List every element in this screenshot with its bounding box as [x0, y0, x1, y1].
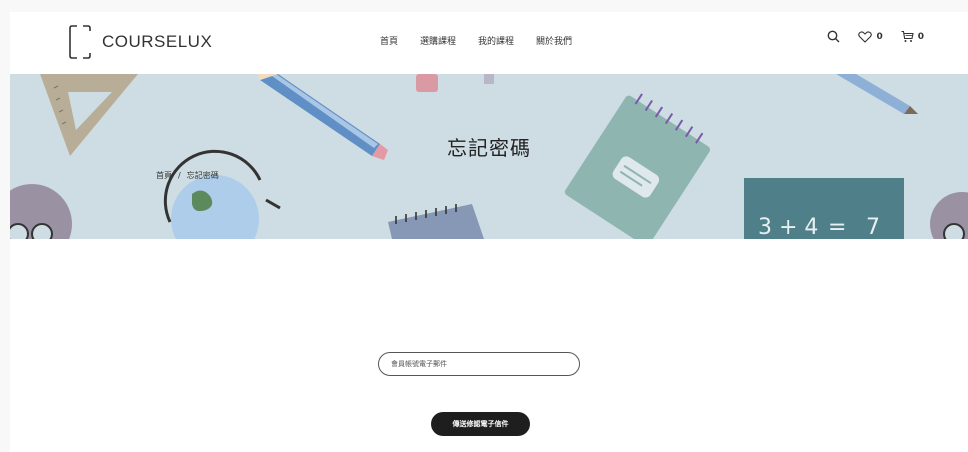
globe-icon [163, 149, 281, 239]
site-header: COURSELUX 首頁 選購課程 我的課程 關於我們 0 0 [10, 12, 968, 74]
page: COURSELUX 首頁 選購課程 我的課程 關於我們 0 0 3 + 4 = … [10, 12, 968, 452]
nav-item-home[interactable]: 首頁 [380, 34, 398, 47]
equation-left: 3 + 4 [758, 215, 818, 239]
main-nav: 首頁 選購課程 我的課程 關於我們 [380, 34, 594, 47]
logo-text: COURSELUX [102, 32, 213, 51]
breadcrumb-home-link[interactable]: 首頁 [156, 170, 172, 181]
nav-item-my-courses[interactable]: 我的課程 [478, 34, 514, 47]
character-right-icon [930, 192, 968, 239]
equation-right: 7 [866, 215, 880, 239]
chalkboard-icon: 3 + 4 = 7 [744, 178, 904, 239]
email-input[interactable] [378, 352, 580, 376]
eraser-icon [416, 74, 438, 92]
green-notebook-icon [564, 93, 710, 239]
cart-count: 0 [917, 31, 924, 42]
page-title: 忘記密碼 [447, 136, 531, 160]
logo-bracket-icon [68, 23, 92, 61]
character-left-icon [10, 184, 72, 239]
heart-icon [858, 30, 873, 43]
pencil-right-icon [836, 74, 918, 114]
nav-item-about-us[interactable]: 關於我們 [536, 34, 572, 47]
breadcrumb-current: 忘記密碼 [186, 171, 219, 180]
wishlist-button[interactable]: 0 [858, 30, 883, 43]
logo[interactable]: COURSELUX [68, 22, 212, 62]
cart-button[interactable]: 0 [901, 30, 924, 43]
breadcrumb-separator: / [178, 171, 181, 180]
header-actions: 0 0 [809, 30, 924, 43]
nav-item-shop-courses[interactable]: 選購課程 [420, 34, 456, 47]
search-button[interactable] [827, 30, 840, 43]
search-icon [828, 30, 840, 43]
spiral-notebook-icon [388, 204, 484, 239]
cart-icon [901, 30, 914, 42]
wishlist-count: 0 [876, 31, 883, 42]
send-verification-email-button[interactable]: 傳送修認電子信件 [431, 412, 530, 436]
hero-banner: 3 + 4 = 7 忘記密碼 首頁 / 忘記密碼 [10, 74, 968, 239]
breadcrumb: 首頁 / 忘記密碼 [156, 170, 219, 181]
equation-equals: = [828, 215, 846, 239]
